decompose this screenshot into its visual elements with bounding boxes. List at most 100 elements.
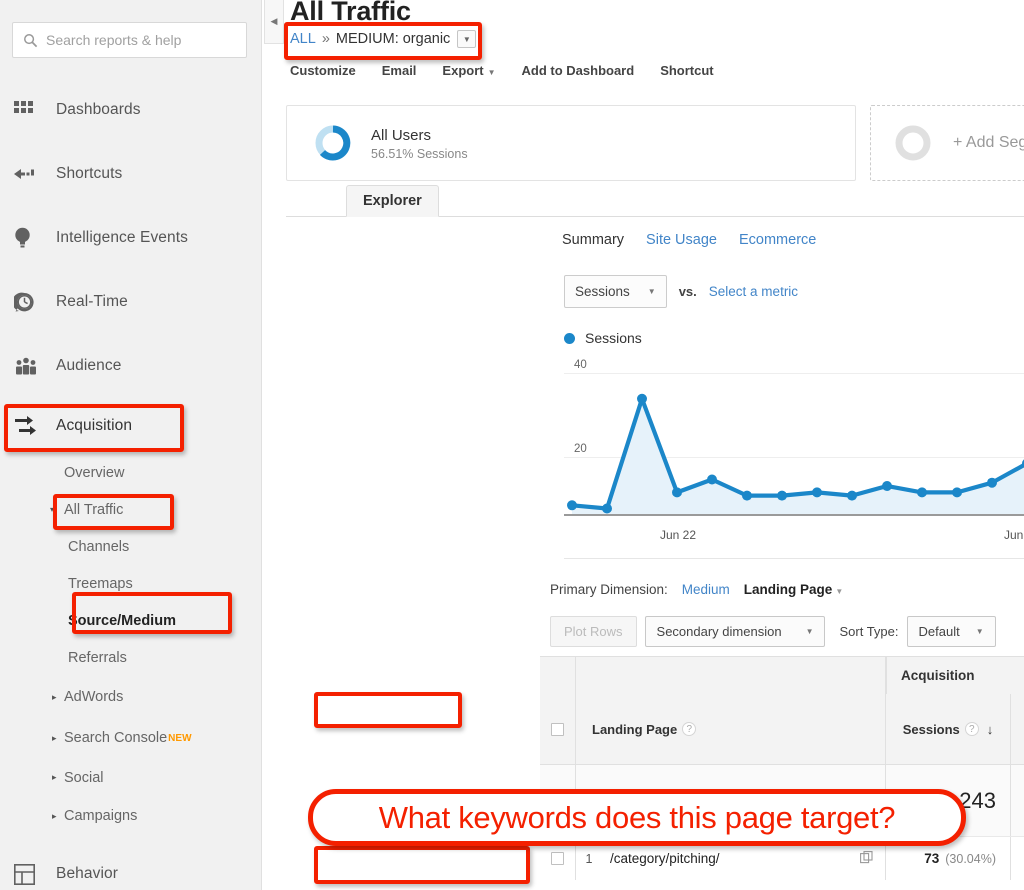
chevron-right-icon: ▸	[52, 772, 57, 782]
help-icon[interactable]: ?	[682, 722, 697, 736]
sidebar-sub-label: Overview	[64, 464, 125, 481]
header-landing-page-label: Landing Page	[592, 721, 678, 737]
header-sessions-label: Sessions	[902, 721, 960, 737]
table-header-row: Landing Page ? Sessions ? ↓ % New Sessio…	[540, 694, 1024, 764]
sidebar-item-overview[interactable]: Overview	[0, 454, 261, 491]
tab-site-usage[interactable]: Site Usage	[646, 232, 717, 248]
select-all-checkbox[interactable]	[551, 722, 564, 736]
breadcrumb-separator: »	[321, 31, 330, 47]
sidebar: Dashboards Shortcuts	[0, 0, 262, 890]
sidebar-item-label: Dashboards	[56, 101, 141, 118]
metric-select-value: Sessions	[575, 284, 630, 299]
dimension-landing-page[interactable]: Landing Page ▼	[744, 582, 843, 597]
add-segment-button[interactable]: + Add Segment	[870, 105, 1024, 181]
header-new-sessions-pct[interactable]: % New Sessions ?	[1011, 694, 1024, 764]
header-landing-page[interactable]: Landing Page ?	[576, 694, 886, 764]
shortcut-button[interactable]: Shortcut	[660, 63, 713, 78]
legend-dot-icon	[564, 332, 575, 344]
sidebar-sub-label: Campaigns	[64, 808, 138, 824]
people-icon	[14, 357, 44, 375]
sidebar-item-label: Acquisition	[56, 417, 133, 434]
select-all-checkbox-cell[interactable]	[540, 694, 576, 764]
metric-picker-row: Sessions ▼ vs. Select a metric	[564, 275, 798, 308]
search-icon	[23, 33, 38, 48]
segment-bar: All Users 56.51% Sessions + Add Segment	[286, 105, 1024, 181]
arrows-right-icon	[14, 415, 44, 437]
acquisition-group-header: Acquisition	[886, 657, 1024, 694]
search-input[interactable]	[46, 32, 236, 48]
breadcrumb-dropdown-icon[interactable]: ▼	[457, 30, 477, 48]
chevron-down-icon: ▼	[835, 587, 844, 596]
segment-all-users[interactable]: All Users 56.51% Sessions	[286, 105, 856, 181]
add-segment-donut-icon	[893, 123, 933, 163]
email-button[interactable]: Email	[382, 63, 417, 78]
row-new-sessions-cell: 78.08%	[1011, 837, 1024, 880]
x-tick-jun22: Jun 22	[660, 528, 697, 542]
sidebar-item-adwords[interactable]: ▸ AdWords	[0, 676, 261, 718]
sidebar-item-acquisition[interactable]: Acquisition	[0, 398, 261, 454]
highlight-landing-page-value	[314, 846, 530, 884]
export-button[interactable]: Export ▼	[442, 63, 495, 78]
tab-ecommerce[interactable]: Ecommerce	[739, 232, 816, 248]
secondary-dimension-select[interactable]: Secondary dimension ▼	[644, 615, 826, 647]
select-a-metric-link[interactable]: Select a metric	[709, 284, 798, 299]
segment-sub: 56.51% Sessions	[371, 146, 468, 161]
tab-explorer[interactable]: Explorer	[346, 185, 439, 217]
tab-summary[interactable]: Summary	[562, 232, 624, 248]
sidebar-item-audience[interactable]: Audience	[0, 334, 261, 398]
segment-donut-icon	[313, 123, 353, 163]
add-to-dashboard-button[interactable]: Add to Dashboard	[522, 63, 635, 78]
chevron-down-icon: ▼	[487, 68, 496, 77]
sidebar-nav: Dashboards Shortcuts Intelligence Events…	[0, 78, 261, 890]
row-landing-page-link[interactable]: /category/pitching/	[610, 851, 720, 866]
sessions-chart[interactable]: 40 20 Jun 22 Jun 29	[564, 355, 1024, 560]
arrow-left-dashed-icon	[14, 167, 44, 181]
sidebar-item-label: Behavior	[56, 865, 118, 882]
primary-dimension-row: Primary Dimension: Medium Landing Page ▼	[550, 582, 843, 597]
collapse-sidebar-button[interactable]: ◀	[264, 0, 284, 44]
data-table: Acquisition Landing Page ? Sessions ? ↓	[540, 656, 1024, 880]
sidebar-item-real-time[interactable]: Real-Time	[0, 270, 261, 334]
chevron-right-icon: ▸	[52, 691, 57, 702]
sidebar-item-behavior[interactable]: Behavior	[0, 849, 261, 890]
legend-label: Sessions	[585, 330, 642, 346]
sub-tabs: Summary Site Usage Ecommerce	[562, 232, 816, 248]
chevron-down-icon: ▾	[50, 504, 55, 514]
sidebar-item-campaigns[interactable]: ▸ Campaigns	[0, 797, 261, 835]
sidebar-item-dashboards[interactable]: Dashboards	[0, 78, 261, 142]
row-checkbox[interactable]	[551, 852, 564, 865]
totals-new-sessions-cell: 85.19%	[1011, 765, 1024, 836]
plot-rows-button[interactable]: Plot Rows	[550, 615, 637, 647]
sort-type-value: Default	[918, 623, 960, 639]
sidebar-item-all-traffic[interactable]: ▾ All Traffic	[0, 491, 261, 528]
customize-button[interactable]: Customize	[290, 63, 356, 78]
help-icon[interactable]: ?	[964, 722, 979, 736]
header-sessions[interactable]: Sessions ? ↓	[886, 694, 1011, 764]
dimension-medium[interactable]: Medium	[682, 582, 730, 597]
open-in-new-window-icon[interactable]	[860, 850, 873, 867]
chevron-down-icon: ▼	[647, 287, 656, 296]
sidebar-item-search-console[interactable]: ▸ Search Console NEW	[0, 718, 261, 758]
sidebar-sub-label: All Traffic	[64, 501, 124, 518]
chart-bottom-divider	[564, 558, 1024, 559]
sort-type-select[interactable]: Default ▼	[906, 615, 996, 647]
sidebar-item-social[interactable]: ▸ Social	[0, 758, 261, 797]
google-analytics-screen: Dashboards Shortcuts	[0, 0, 1024, 890]
sidebar-item-channels[interactable]: Channels	[0, 528, 261, 565]
breadcrumb-all[interactable]: ALL	[290, 31, 316, 47]
row-sessions-pct: (30.04%)	[945, 851, 996, 866]
sidebar-item-treemaps[interactable]: Treemaps	[0, 565, 261, 602]
sidebar-sub-label: AdWords	[64, 689, 124, 705]
sort-descending-icon: ↓	[986, 721, 994, 737]
secondary-dimension-label: Secondary dimension	[656, 623, 782, 639]
search-box[interactable]	[12, 22, 247, 58]
sidebar-item-referrals[interactable]: Referrals	[0, 639, 261, 676]
row-sessions: 73	[924, 851, 940, 866]
header-new-sessions-stack: % New Sessions ?	[1019, 713, 1024, 745]
sidebar-item-intelligence-events[interactable]: Intelligence Events	[0, 206, 261, 270]
sidebar-item-shortcuts[interactable]: Shortcuts	[0, 142, 261, 206]
header-dimension-spacer	[576, 657, 886, 694]
sidebar-item-source-medium[interactable]: Source/Medium	[0, 602, 261, 639]
metric-select[interactable]: Sessions ▼	[564, 275, 667, 308]
annotation-callout-text: What keywords does this page target?	[378, 799, 896, 835]
